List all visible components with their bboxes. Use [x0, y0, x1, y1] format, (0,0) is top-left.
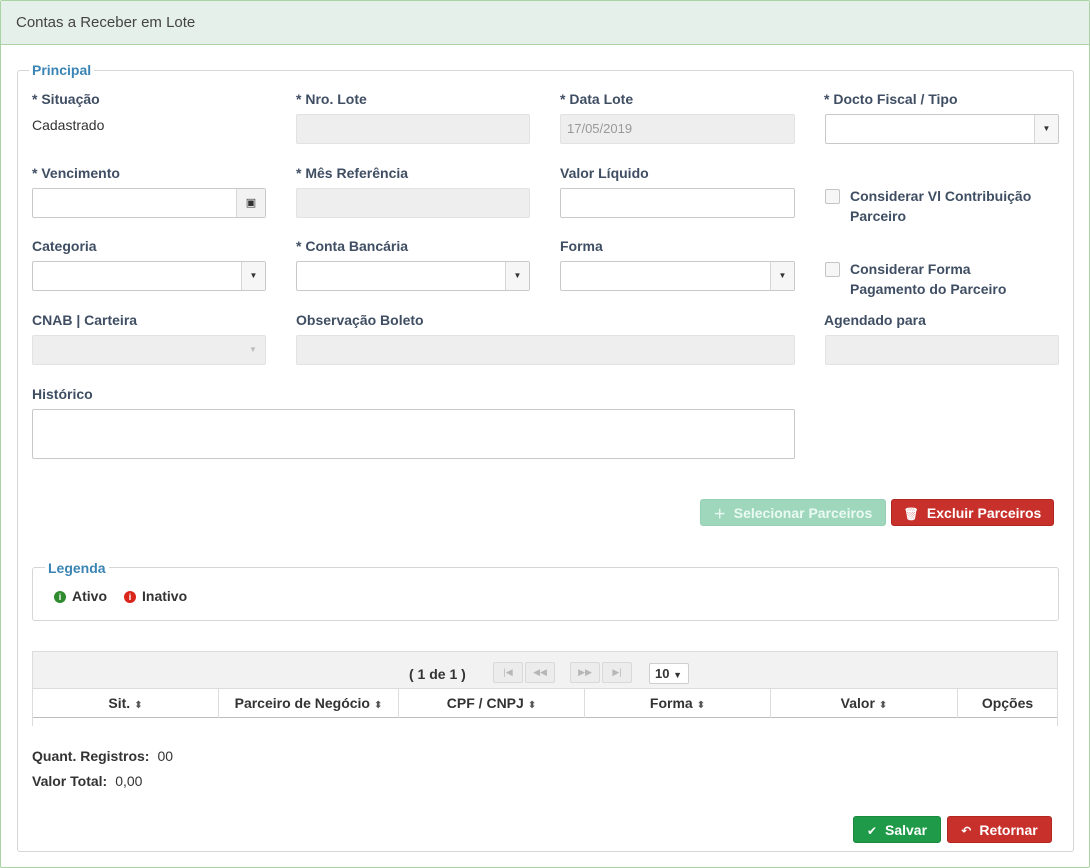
paginator: ( 1 de 1 ) |◀ ◀◀ ▶▶ ▶| 10 ▼: [33, 652, 1057, 688]
principal-legend: Principal: [29, 62, 95, 78]
historico-label: Histórico: [32, 386, 93, 402]
sort-icon: ⬍: [374, 700, 383, 711]
excluir-parceiros-label: Excluir Parceiros: [926, 505, 1042, 521]
situacao-value: Cadastrado: [32, 117, 105, 133]
chevron-down-icon: ▼: [249, 345, 257, 354]
valor-liquido-label: Valor Líquido: [560, 165, 649, 181]
table-header: Sit. ⬍ Parceiro de Negócio ⬍ CPF / CNPJ ⬍ F…: [33, 688, 1057, 719]
considerar-vl-label-line1: Considerar Vl Contribuição: [850, 188, 1032, 204]
undo-icon: ↶: [961, 824, 972, 838]
column-sit[interactable]: Sit. ⬍: [33, 689, 219, 719]
chevron-down-icon: ▼: [673, 670, 683, 680]
next-page-icon[interactable]: ▶▶: [570, 662, 600, 683]
agendado-label: Agendado para: [824, 312, 926, 328]
mes-referencia-input: [296, 188, 530, 218]
rows-per-page-value: 10: [655, 666, 670, 681]
parceiros-table: ( 1 de 1 ) |◀ ◀◀ ▶▶ ▶| 10 ▼ Sit. ⬍ Parcei…: [32, 651, 1058, 726]
nro-lote-input: [296, 114, 530, 144]
valor-total: Valor Total: 0,00: [32, 773, 142, 789]
categoria-label: Categoria: [32, 238, 97, 254]
excluir-parceiros-button[interactable]: 🗑 Excluir Parceiros: [891, 499, 1054, 526]
chevron-down-icon: ▼: [770, 262, 794, 290]
chevron-down-icon: ▼: [505, 262, 529, 290]
salvar-button[interactable]: ✔ Salvar: [853, 816, 941, 843]
column-parceiro[interactable]: Parceiro de Negócio ⬍: [219, 689, 399, 719]
considerar-forma-checkbox[interactable]: [825, 262, 840, 277]
last-page-icon[interactable]: ▶|: [602, 662, 632, 683]
quant-registros: Quant. Registros: 00: [32, 748, 173, 764]
forma-label: Forma: [560, 238, 603, 254]
table-body: [33, 718, 1057, 726]
calendar-icon[interactable]: ▣: [236, 189, 265, 217]
main-panel: Contas a Receber em Lote Principal * Sit…: [0, 0, 1090, 868]
categoria-select[interactable]: ▼: [32, 261, 266, 291]
considerar-forma-label-line1: Considerar Forma: [850, 261, 971, 277]
quant-label: Quant. Registros:: [32, 748, 150, 764]
considerar-forma-label-line2: Pagamento do Parceiro: [850, 281, 1007, 297]
column-opcoes: Opções: [981, 695, 1034, 711]
panel-title: Contas a Receber em Lote: [1, 1, 1089, 45]
legend-inativo-label: Inativo: [142, 588, 188, 604]
quant-value: 00: [157, 748, 174, 764]
sort-icon: ⬍: [134, 700, 143, 711]
retornar-button[interactable]: ↶ Retornar: [947, 816, 1052, 843]
considerar-vl-label: Considerar Vl Contribuição Parceiro: [850, 186, 1031, 226]
legend-ativo: i Ativo: [54, 588, 107, 604]
data-lote-label: * Data Lote: [560, 91, 634, 107]
plus-icon: ＋: [713, 507, 726, 521]
sort-icon: ⬍: [527, 700, 537, 711]
conta-bancaria-label: * Conta Bancária: [296, 238, 409, 254]
total-value: 0,00: [115, 773, 143, 789]
prev-page-icon[interactable]: ◀◀: [525, 662, 555, 683]
chevron-down-icon: ▼: [241, 262, 265, 290]
vencimento-input[interactable]: ▣: [32, 188, 266, 218]
considerar-vl-checkbox[interactable]: [825, 189, 840, 204]
legenda-legend: Legenda: [45, 560, 109, 576]
info-icon: i: [124, 591, 136, 603]
conta-bancaria-select[interactable]: ▼: [296, 261, 530, 291]
info-icon: i: [54, 591, 66, 603]
sort-icon: ⬍: [696, 700, 706, 711]
selecionar-parceiros-button[interactable]: ＋ Selecionar Parceiros: [700, 499, 886, 526]
legend-ativo-label: Ativo: [72, 588, 107, 604]
vencimento-label: * Vencimento: [32, 165, 120, 181]
salvar-label: Salvar: [885, 822, 928, 838]
historico-textarea[interactable]: [32, 409, 795, 459]
total-label: Valor Total:: [32, 773, 108, 789]
chevron-down-icon: ▼: [1034, 115, 1058, 143]
check-icon: ✔: [866, 824, 877, 838]
nro-lote-label: * Nro. Lote: [296, 91, 367, 107]
situacao-label: * Situação: [32, 91, 100, 107]
observacao-label: Observação Boleto: [296, 312, 424, 328]
data-lote-input: 17/05/2019: [560, 114, 795, 144]
considerar-forma-label: Considerar Forma Pagamento do Parceiro: [850, 259, 1006, 299]
column-cpf-cnpj[interactable]: CPF / CNPJ ⬍: [399, 689, 585, 719]
cnab-select: ▼: [32, 335, 266, 365]
sort-icon: ⬍: [878, 700, 888, 711]
observacao-input: [296, 335, 795, 365]
considerar-vl-label-line2: Parceiro: [850, 208, 907, 224]
retornar-label: Retornar: [979, 822, 1038, 838]
legend-inativo: i Inativo: [124, 588, 187, 604]
selecionar-parceiros-label: Selecionar Parceiros: [733, 505, 873, 521]
column-valor[interactable]: Valor ⬍: [771, 689, 958, 719]
mes-referencia-label: * Mês Referência: [296, 165, 409, 181]
forma-select[interactable]: ▼: [560, 261, 795, 291]
docto-fiscal-select[interactable]: ▼: [825, 114, 1059, 144]
first-page-icon[interactable]: |◀: [493, 662, 523, 683]
agendado-input: [825, 335, 1059, 365]
valor-liquido-input[interactable]: [560, 188, 795, 218]
page-text: ( 1 de 1 ): [409, 666, 466, 682]
rows-per-page-select[interactable]: 10 ▼: [649, 663, 689, 684]
cnab-label: CNAB | Carteira: [32, 312, 138, 328]
docto-fiscal-label: * Docto Fiscal / Tipo: [824, 91, 958, 107]
column-forma[interactable]: Forma ⬍: [585, 689, 771, 719]
trash-icon: 🗑: [903, 507, 919, 521]
